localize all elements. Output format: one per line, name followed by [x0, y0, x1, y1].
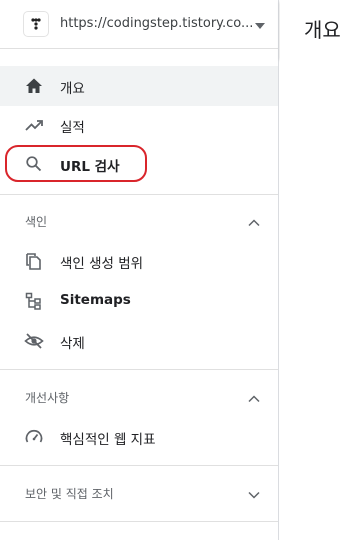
home-icon	[24, 76, 44, 96]
caret-down-icon[interactable]	[254, 17, 266, 29]
nav-label: 핵심적인 웹 지표	[60, 432, 156, 448]
nav-item-core-web-vitals[interactable]: 핵심적인 웹 지표	[0, 417, 278, 457]
nav-label: 삭제	[60, 336, 85, 352]
chevron-up-icon	[247, 215, 261, 229]
copy-pages-icon	[24, 251, 44, 271]
nav-label: 색인 생성 범위	[60, 256, 144, 272]
page-title: 개요	[304, 18, 341, 42]
main-header: 개요	[280, 0, 349, 58]
section-title: 보안 및 직접 조치	[25, 487, 114, 501]
section-header-index[interactable]: 색인	[0, 201, 278, 241]
chevron-up-icon	[247, 391, 261, 405]
search-icon	[24, 154, 44, 174]
section-title: 색인	[25, 215, 48, 229]
divider	[0, 369, 278, 370]
nav-label: Sitemaps	[60, 292, 131, 308]
nav-item-sitemaps[interactable]: Sitemaps	[0, 281, 278, 321]
main-content	[280, 58, 349, 540]
search-console-app: https://codingstep.tistory.co... 개요 실적 U…	[0, 0, 349, 540]
eye-off-icon	[24, 331, 44, 351]
sidebar: https://codingstep.tistory.co... 개요 실적 U…	[0, 0, 279, 540]
nav-label: 실적	[60, 120, 85, 136]
nav-item-overview[interactable]: 개요	[0, 66, 278, 106]
nav-item-url-inspection[interactable]: URL 검사	[0, 144, 278, 184]
property-selector[interactable]: https://codingstep.tistory.co...	[0, 0, 278, 49]
divider	[0, 521, 278, 522]
nav-label: 개요	[60, 81, 85, 97]
divider	[0, 194, 278, 195]
nav-item-removals[interactable]: 삭제	[0, 321, 278, 361]
section-header-security[interactable]: 보안 및 직접 조치	[0, 473, 278, 513]
divider	[0, 465, 278, 466]
property-url: https://codingstep.tistory.co...	[60, 16, 254, 31]
section-header-enhancements[interactable]: 개선사항	[0, 377, 278, 417]
nav-item-performance[interactable]: 실적	[0, 105, 278, 145]
tistory-dots-icon	[24, 12, 48, 36]
speedometer-icon	[24, 427, 44, 447]
sitemap-icon	[24, 291, 44, 311]
section-title: 개선사항	[25, 391, 70, 405]
nav-item-coverage[interactable]: 색인 생성 범위	[0, 241, 278, 281]
nav-label: URL 검사	[60, 159, 120, 175]
chevron-down-icon	[247, 487, 261, 501]
trending-up-icon	[24, 115, 44, 135]
